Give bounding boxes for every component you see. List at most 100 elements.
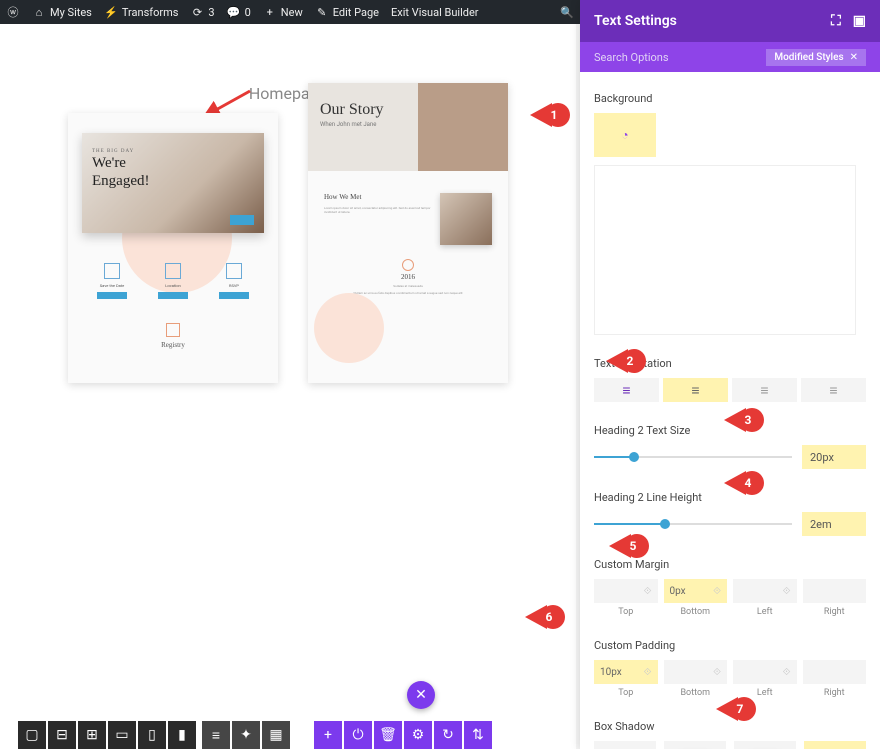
icon-row: Save the Date Location RSVP [92, 263, 254, 299]
comment-icon: 💬 [227, 5, 241, 19]
margin-bottom-input[interactable]: 0px⟐ [664, 579, 728, 603]
transforms-icon: ⚡ [104, 5, 118, 19]
refresh-icon: ⟳ [190, 5, 204, 19]
group-orientation: Text Orientation ≡ ≡ ≡ ≡ [594, 351, 866, 402]
h2-size-slider[interactable] [594, 449, 792, 465]
side-left: Left [733, 688, 797, 698]
background-preview [594, 165, 856, 335]
year-title: Sodales at malesuada [308, 284, 508, 288]
close-fab[interactable]: ✕ [407, 681, 435, 709]
side-bottom: Bottom [664, 607, 728, 617]
edit-page-menu[interactable]: ✎ Edit Page [315, 5, 379, 19]
tool-desktop[interactable]: ▭ [108, 721, 136, 749]
group-h2-lh: Heading 2 Line Height 2em [594, 485, 866, 536]
story-headline: Our Story [320, 101, 496, 119]
wordpress-icon: ⓦ [6, 5, 20, 19]
h2-lh-slider[interactable] [594, 516, 792, 532]
margin-right-input[interactable] [803, 579, 867, 603]
admin-search[interactable]: 🔍 [560, 5, 574, 19]
my-sites-menu[interactable]: ⌂My Sites [32, 5, 92, 19]
tool-wireframe[interactable]: ▢ [18, 721, 46, 749]
comments-count: 0 [245, 6, 251, 19]
tool-settings[interactable]: ⚙ [404, 721, 432, 749]
shadow-preset-2[interactable] [734, 741, 796, 749]
box-shadow-label: Box Shadow [594, 720, 866, 733]
preview-engaged[interactable]: THE BIG DAY We're Engaged! Save the Date… [68, 113, 278, 383]
registry-block: Registry [68, 323, 278, 349]
tool-layers[interactable]: ≡ [202, 721, 230, 749]
gift-icon [166, 323, 180, 337]
link-icon: ⟐ [713, 586, 721, 597]
tool-modules[interactable]: ▦ [262, 721, 290, 749]
new-label: New [281, 6, 303, 19]
tool-phone[interactable]: ▮ [168, 721, 196, 749]
icon-rsvp: RSVP [214, 263, 254, 299]
h2-lh-label: Heading 2 Line Height [594, 491, 866, 504]
tool-zoom[interactable]: ⊟ [48, 721, 76, 749]
orientation-label: Text Orientation [594, 357, 866, 370]
updates-count: 3 [208, 6, 214, 19]
wp-logo[interactable]: ⓦ [6, 5, 20, 19]
exit-builder[interactable]: Exit Visual Builder [391, 6, 479, 19]
transforms-menu[interactable]: ⚡Transforms [104, 5, 179, 19]
new-menu[interactable]: +New [263, 5, 303, 19]
text-settings-panel: Text Settings ⛶ ▣ Search Options Modifie… [580, 0, 880, 749]
h2-lh-value[interactable]: 2em [802, 512, 866, 536]
tool-history[interactable]: ↻ [434, 721, 462, 749]
focus-icon[interactable]: ⛶ [831, 13, 841, 29]
h2-size-value[interactable]: 20px [802, 445, 866, 469]
align-right[interactable]: ≡ [732, 378, 797, 402]
padding-bottom-input[interactable]: ⟐ [664, 660, 728, 684]
link-icon: ⟐ [644, 667, 652, 678]
padding-left-input[interactable]: ⟐ [733, 660, 797, 684]
hero-headline-2: Engaged! [92, 174, 254, 190]
heart-icon [402, 259, 414, 271]
year-block: 2016 Sodales at malesuada Nullam ac urna… [308, 259, 508, 295]
updates-menu[interactable]: ⟳3 [190, 5, 214, 19]
tool-delete[interactable]: 🗑 [374, 721, 402, 749]
tool-tablet[interactable]: ▯ [138, 721, 166, 749]
group-padding: Custom Padding 10px⟐Top ⟐Bottom ⟐Left Ri… [594, 633, 866, 698]
tag-close-icon[interactable]: ✕ [850, 52, 858, 63]
preview-our-story[interactable]: Our Story When John met Jane How We Met … [308, 83, 508, 383]
sites-icon: ⌂ [32, 5, 46, 19]
group-margin: Custom Margin ⟐Top 0px⟐Bottom ⟐Left Righ… [594, 552, 866, 617]
tool-export[interactable]: ⇅ [464, 721, 492, 749]
tool-add[interactable]: + [314, 721, 342, 749]
padding-right-input[interactable] [803, 660, 867, 684]
tool-effects[interactable]: ✦ [232, 721, 260, 749]
builder-toolbar: ▢ ⊟ ⊞ ▭ ▯ ▮ ≡ ✦ ▦ + ⏻ 🗑 ⚙ ↻ ⇅ [0, 721, 576, 749]
margin-label: Custom Margin [594, 558, 866, 571]
tool-grid[interactable]: ⊞ [78, 721, 106, 749]
hero-our-story: Our Story When John met Jane [308, 83, 508, 171]
shadow-preset-1[interactable] [664, 741, 726, 749]
background-label: Background [594, 92, 866, 105]
pencil-icon: ✎ [315, 5, 329, 19]
margin-left-input[interactable]: ⟐ [733, 579, 797, 603]
side-top: Top [594, 607, 658, 617]
padding-top-input[interactable]: 10px⟐ [594, 660, 658, 684]
shadow-none[interactable]: ⊘ [594, 741, 656, 749]
decor-circle [314, 293, 384, 363]
link-icon: ⟐ [783, 667, 791, 678]
align-left[interactable]: ≡ [594, 378, 659, 402]
margin-top-input[interactable]: ⟐ [594, 579, 658, 603]
tool-power[interactable]: ⏻ [344, 721, 372, 749]
group-h2-size: Heading 2 Text Size 20px [594, 418, 866, 469]
close-icon: ✕ [415, 687, 427, 703]
icon-save-date: Save the Date [92, 263, 132, 299]
shadow-preset-3[interactable] [804, 741, 866, 749]
comments-menu[interactable]: 💬0 [227, 5, 251, 19]
group-background: Background ◔ [594, 86, 866, 335]
align-justify[interactable]: ≡ [801, 378, 866, 402]
h2-size-label: Heading 2 Text Size [594, 424, 866, 437]
edit-page-label: Edit Page [333, 6, 379, 19]
side-left: Left [733, 607, 797, 617]
align-center[interactable]: ≡ [663, 378, 728, 402]
dock-icon[interactable]: ▣ [853, 13, 866, 29]
modified-styles-tag[interactable]: Modified Styles ✕ [766, 49, 866, 66]
link-icon: ⟐ [783, 586, 791, 597]
background-swatch[interactable]: ◔ [594, 113, 656, 157]
search-options-label[interactable]: Search Options [594, 51, 669, 64]
registry-label: Registry [68, 341, 278, 349]
